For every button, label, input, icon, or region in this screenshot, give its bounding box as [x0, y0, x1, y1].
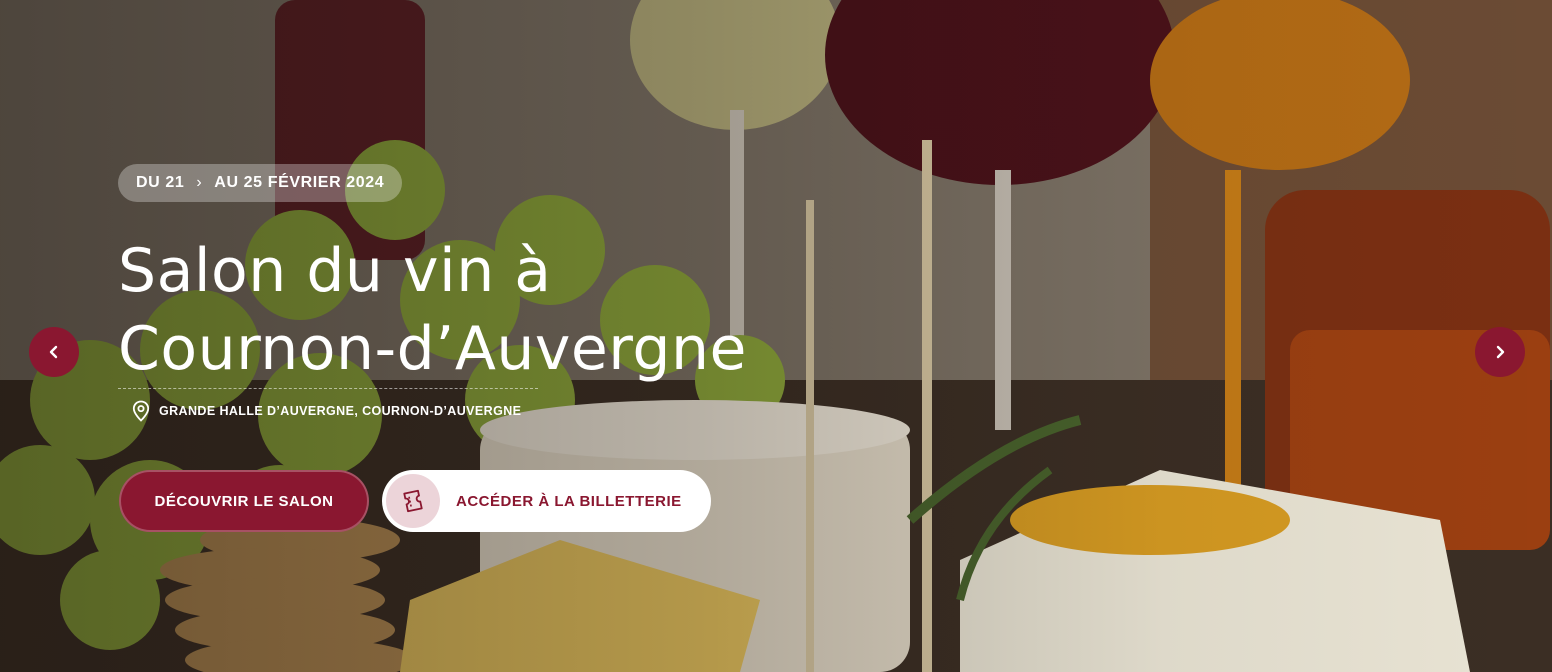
- hero-carousel: DU 21 › AU 25 FÉVRIER 2024 Salon du vin …: [0, 0, 1552, 672]
- chevron-right-icon: [1496, 345, 1505, 359]
- page-title-line-1: Salon du vin à: [118, 236, 552, 306]
- discover-salon-button-label: DÉCOUVRIR LE SALON: [154, 492, 334, 510]
- carousel-next-button[interactable]: [1475, 327, 1525, 377]
- date-end: AU 25 FÉVRIER 2024: [214, 174, 385, 191]
- page-title-line-2: Cournon-d’Auvergne: [118, 314, 747, 384]
- title-divider: [118, 388, 538, 389]
- ticketing-button[interactable]: ACCÉDER À LA BILLETTERIE: [382, 470, 711, 532]
- date-start: DU 21: [136, 174, 185, 191]
- ticket-icon: [386, 474, 440, 528]
- chevron-right-icon: ›: [196, 174, 203, 191]
- discover-salon-button[interactable]: DÉCOUVRIR LE SALON: [119, 470, 369, 532]
- event-date-badge: DU 21 › AU 25 FÉVRIER 2024: [118, 164, 403, 202]
- event-location-text: GRANDE HALLE D’AUVERGNE, COURNON-D’AUVER…: [159, 404, 522, 418]
- event-location: GRANDE HALLE D’AUVERGNE, COURNON-D’AUVER…: [132, 400, 521, 422]
- page-title: Salon du vin à Cournon-d’Auvergne: [118, 232, 747, 388]
- carousel-prev-button[interactable]: [29, 327, 79, 377]
- map-pin-icon: [132, 400, 150, 422]
- chevron-left-icon: [49, 345, 58, 359]
- ticketing-button-label: ACCÉDER À LA BILLETTERIE: [456, 492, 682, 510]
